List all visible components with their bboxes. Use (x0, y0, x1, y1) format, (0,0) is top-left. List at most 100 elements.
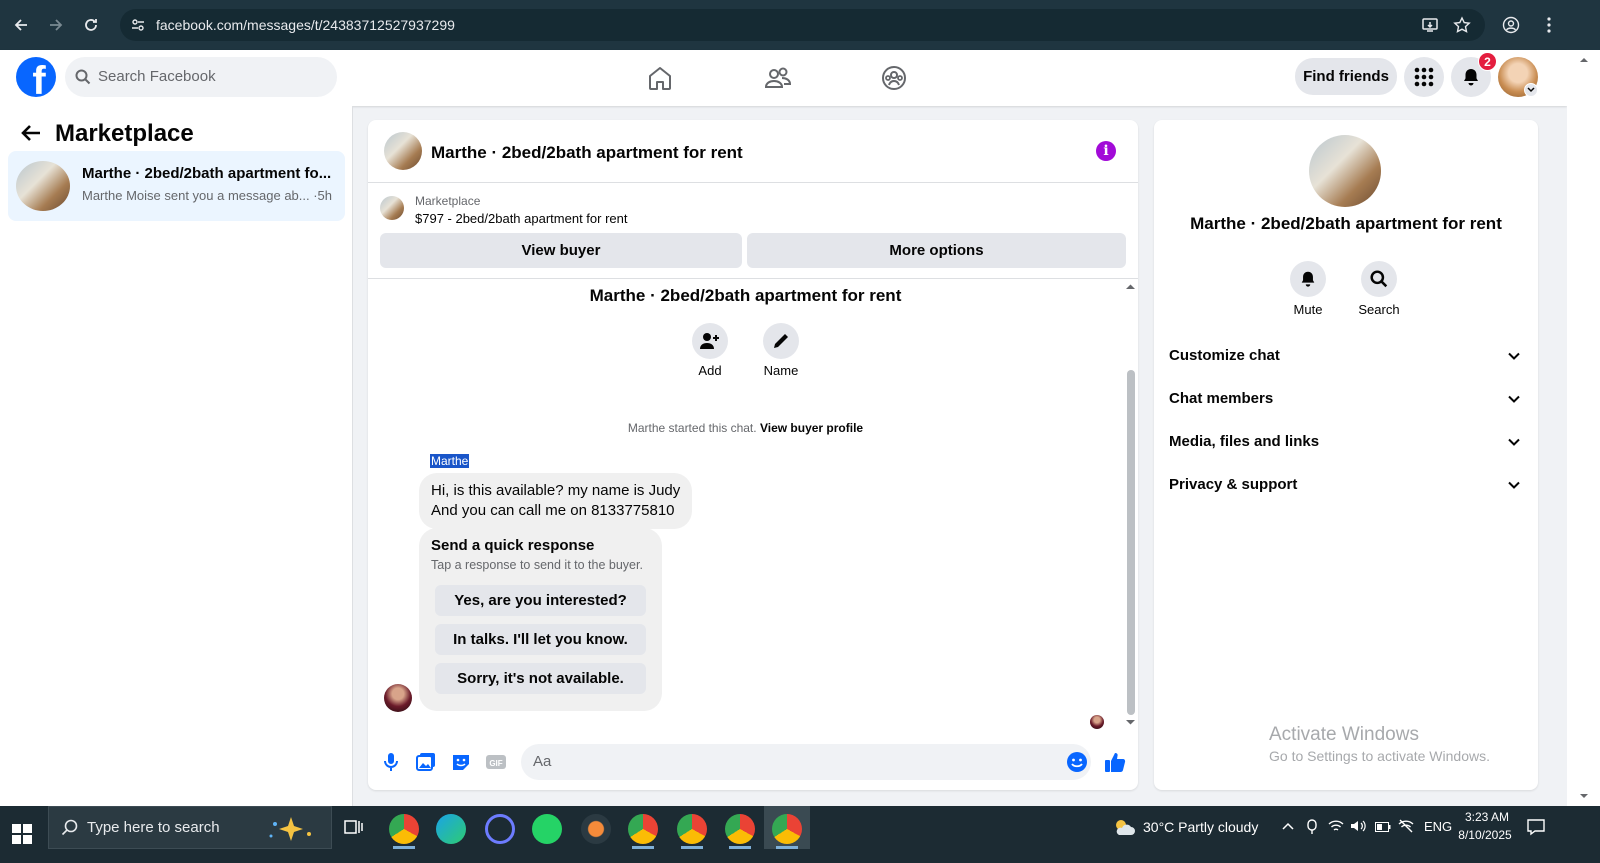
app-running-indicator (776, 846, 798, 849)
friends-icon[interactable] (764, 64, 792, 92)
scroll-down-icon[interactable] (1123, 717, 1138, 727)
reload-icon[interactable] (79, 13, 103, 37)
volume-icon[interactable] (1350, 819, 1366, 833)
weather-icon[interactable] (1112, 815, 1136, 839)
chat-started-notice: Marthe started this chat. View buyer pro… (627, 421, 864, 435)
search-icon (61, 819, 79, 837)
clock-time[interactable]: 3:23 AM (1459, 810, 1515, 824)
chrome-profile-app-icon[interactable] (725, 814, 755, 844)
home-icon[interactable] (646, 64, 674, 92)
scroll-up-icon[interactable] (1578, 56, 1590, 64)
chevron-down-icon[interactable] (1524, 83, 1538, 97)
clock-date[interactable]: 8/10/2025 (1455, 828, 1515, 842)
app-icon[interactable] (581, 814, 611, 844)
chat-members-row[interactable]: Chat members (1169, 381, 1529, 417)
browser-menu-icon[interactable] (1537, 13, 1561, 37)
media-files-links-row[interactable]: Media, files and links (1169, 424, 1529, 460)
scroll-down-icon[interactable] (1578, 792, 1590, 800)
find-friends-button[interactable]: Find friends (1295, 58, 1397, 95)
customize-chat-row[interactable]: Customize chat (1169, 338, 1529, 374)
edge-app-icon[interactable] (436, 814, 466, 844)
gif-icon[interactable]: GIF (485, 751, 507, 773)
chevron-down-icon (1508, 395, 1520, 403)
bookmark-star-icon[interactable] (1450, 13, 1474, 37)
chrome-profile-app-icon[interactable] (772, 814, 802, 844)
view-buyer-profile-link[interactable]: View buyer profile (760, 421, 863, 435)
back-arrow-icon[interactable] (20, 123, 42, 143)
back-icon[interactable] (9, 13, 33, 37)
edit-name-button[interactable] (763, 323, 799, 359)
chat-details-panel: Marthe · 2bed/2bath apartment for rent M… (1154, 120, 1538, 790)
address-bar[interactable]: facebook.com/messages/t/2438371252793729… (120, 9, 1485, 41)
quick-response-yes[interactable]: Yes, are you interested? (435, 585, 646, 616)
search-placeholder: Search Facebook (98, 68, 216, 85)
sticker-icon[interactable] (450, 751, 472, 773)
quick-response-in-talks[interactable]: In talks. I'll let you know. (435, 624, 646, 655)
forward-icon[interactable] (44, 13, 68, 37)
listing-title[interactable]: $797 - 2bed/2bath apartment for rent (415, 211, 627, 226)
network-off-icon[interactable] (1398, 819, 1414, 833)
meet-icon[interactable] (1305, 819, 1319, 835)
microphone-icon[interactable] (380, 751, 402, 773)
quick-response-card: Send a quick response Tap a response to … (419, 528, 662, 711)
wifi-icon[interactable] (1328, 819, 1344, 833)
scroll-thumb[interactable] (1127, 370, 1135, 715)
thumbs-up-icon[interactable] (1104, 751, 1126, 773)
view-buyer-button[interactable]: View buyer (380, 233, 742, 268)
photo-icon[interactable] (415, 751, 437, 773)
battery-icon[interactable] (1375, 822, 1391, 832)
marketplace-label: Marketplace (415, 194, 481, 208)
message-input[interactable]: Aa (521, 744, 1091, 780)
app-running-indicator (681, 846, 703, 849)
listing-thumbnail (16, 161, 70, 211)
add-person-button[interactable] (692, 323, 728, 359)
chrome-profile-app-icon[interactable] (628, 814, 658, 844)
mute-button[interactable] (1290, 261, 1326, 297)
windows-start-icon[interactable] (12, 824, 32, 844)
chat-thumbnail[interactable] (384, 132, 422, 170)
pencil-icon (774, 334, 788, 348)
chat-scrollbar[interactable] (1123, 280, 1138, 730)
search-input[interactable]: Search Facebook (65, 57, 337, 97)
more-options-button[interactable]: More options (747, 233, 1126, 268)
language-indicator[interactable]: ENG (1424, 819, 1452, 834)
chat-header: Marthe · 2bed/2bath apartment for rent i (368, 120, 1138, 183)
task-view-icon[interactable] (343, 818, 363, 836)
sparkle-icon (269, 817, 311, 841)
panel-title: Marketplace (55, 120, 194, 147)
whatsapp-app-icon[interactable] (532, 814, 562, 844)
scroll-up-icon[interactable] (1123, 282, 1138, 292)
search-chat-button[interactable] (1361, 261, 1397, 297)
chat-title[interactable]: Marthe · 2bed/2bath apartment for rent (431, 143, 743, 163)
taskbar-search-box[interactable]: Type here to search (48, 806, 332, 849)
search-label: Search (1358, 302, 1400, 317)
message-placeholder: Aa (533, 753, 552, 770)
search-icon (75, 69, 91, 85)
chrome-profile-app-icon[interactable] (677, 814, 707, 844)
info-icon[interactable]: i (1096, 141, 1116, 161)
privacy-support-row[interactable]: Privacy & support (1169, 467, 1529, 503)
app-icon[interactable] (485, 814, 515, 844)
message-bubble[interactable]: Hi, is this available? my name is Judy A… (419, 473, 693, 529)
tray-chevron-up-icon[interactable] (1282, 822, 1294, 830)
windows-taskbar: Type here to search 30°C Partly cloudy E… (0, 806, 1600, 863)
grid-icon (1414, 67, 1434, 87)
app-running-indicator (393, 846, 415, 849)
quick-response-not-available[interactable]: Sorry, it's not available. (435, 663, 646, 694)
weather-text[interactable]: 30°C Partly cloudy (1143, 819, 1258, 835)
notification-center-icon[interactable] (1527, 818, 1545, 836)
browser-toolbar: facebook.com/messages/t/2438371252793729… (0, 0, 1600, 50)
profile-icon[interactable] (1499, 13, 1523, 37)
page-scrollbar[interactable] (1567, 50, 1600, 806)
groups-icon[interactable] (880, 64, 908, 92)
listing-thumbnail (380, 196, 404, 220)
conversation-item[interactable]: Marthe · 2bed/2bath apartment fo... Mart… (8, 151, 345, 221)
install-app-icon[interactable] (1418, 13, 1442, 37)
sender-name: Marthe (430, 454, 470, 468)
chrome-app-icon[interactable] (389, 814, 419, 844)
site-info-icon[interactable] (130, 17, 146, 33)
menu-grid-button[interactable] (1404, 57, 1444, 97)
facebook-logo[interactable]: f (16, 57, 56, 97)
emoji-icon[interactable] (1066, 751, 1088, 773)
sender-avatar[interactable] (384, 684, 412, 712)
